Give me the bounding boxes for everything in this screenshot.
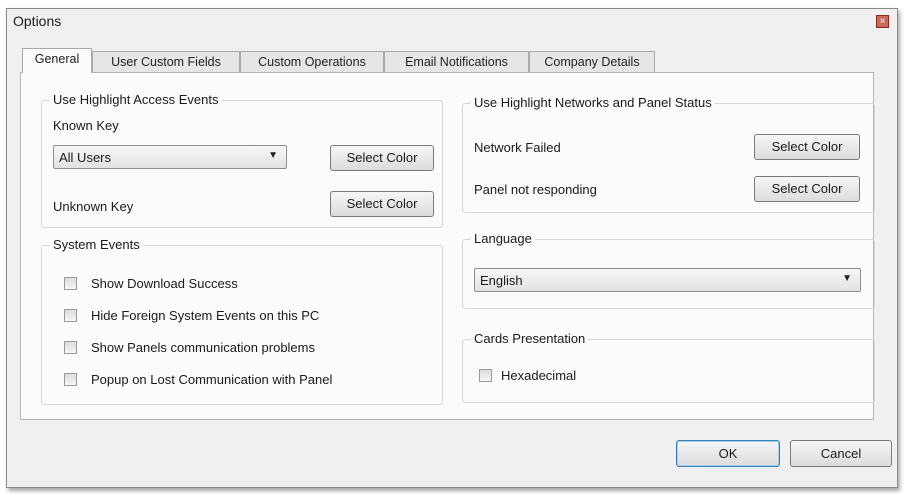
checkbox[interactable] (64, 277, 77, 290)
cards-presentation-title: Cards Presentation (471, 331, 589, 346)
network-failed-label: Network Failed (474, 140, 561, 155)
cards-presentation-group: Cards Presentation Hexadecimal (462, 331, 875, 403)
network-status-group: Use Highlight Networks and Panel Status … (462, 95, 875, 213)
checkbox[interactable] (64, 341, 77, 354)
tab-company-details[interactable]: Company Details (529, 51, 655, 72)
system-events-title: System Events (50, 237, 143, 252)
network-status-title: Use Highlight Networks and Panel Status (471, 95, 715, 110)
known-key-select[interactable]: All Users ▼ (53, 145, 287, 169)
checkbox-label: Popup on Lost Communication with Panel (91, 372, 333, 387)
unknown-key-select-color-button[interactable]: Select Color (330, 191, 434, 217)
window-title: Options (13, 13, 62, 29)
known-key-select-color-button[interactable]: Select Color (330, 145, 434, 171)
known-key-select-value: All Users (59, 150, 112, 165)
system-events-group: System Events Show Download Success Hide… (41, 237, 443, 405)
checkbox-label: Show Download Success (91, 276, 238, 291)
tab-email-notifications[interactable]: Email Notifications (384, 51, 529, 72)
language-group: Language English ▼ (462, 231, 875, 309)
checkbox[interactable] (64, 309, 77, 322)
known-key-label: Known Key (53, 118, 119, 133)
panel-not-responding-label: Panel not responding (474, 182, 597, 197)
language-title: Language (471, 231, 535, 246)
panel-not-responding-select-color-button[interactable]: Select Color (754, 176, 860, 202)
unknown-key-label: Unknown Key (53, 199, 134, 214)
chevron-down-icon: ▼ (268, 150, 278, 161)
cancel-button[interactable]: Cancel (790, 440, 892, 467)
tab-custom-operations[interactable]: Custom Operations (240, 51, 384, 72)
checkbox-label: Show Panels communication problems (91, 340, 315, 355)
ok-button[interactable]: OK (676, 440, 780, 467)
tab-user-custom-fields[interactable]: User Custom Fields (92, 51, 240, 72)
access-events-title: Use Highlight Access Events (50, 92, 222, 107)
close-icon[interactable]: × (876, 15, 889, 28)
chevron-down-icon: ▼ (842, 273, 852, 284)
access-events-group: Use Highlight Access Events Known Key Al… (41, 92, 443, 228)
title-bar[interactable]: Options × (7, 9, 897, 33)
checkbox[interactable] (479, 369, 492, 382)
tab-general[interactable]: General (22, 48, 92, 73)
language-select[interactable]: English ▼ (474, 268, 861, 292)
network-failed-select-color-button[interactable]: Select Color (754, 134, 860, 160)
general-tab-panel: Use Highlight Access Events Known Key Al… (20, 72, 875, 420)
checkbox[interactable] (64, 373, 77, 386)
language-select-value: English (480, 273, 523, 288)
checkbox-label: Hexadecimal (501, 368, 577, 383)
checkbox-label: Hide Foreign System Events on this PC (91, 308, 320, 323)
